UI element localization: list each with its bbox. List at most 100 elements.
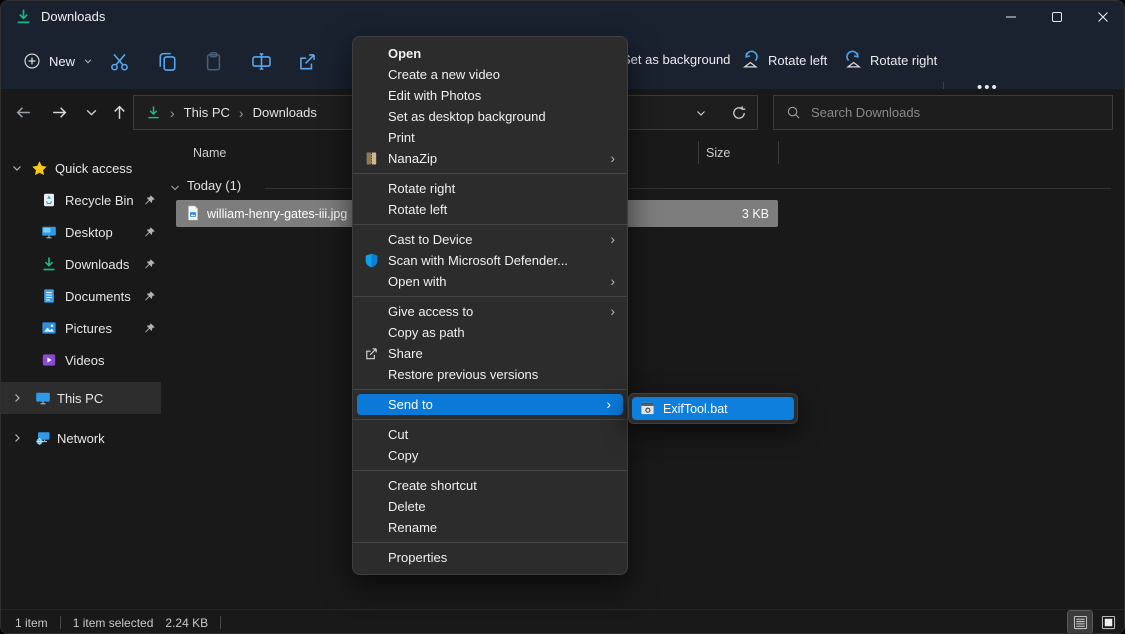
menu-separator [353,296,627,297]
menu-item-rotate-right[interactable]: Rotate right [353,178,627,199]
cut-icon [109,51,130,72]
cut-button[interactable] [101,43,137,79]
star-icon [31,160,48,177]
menu-item-cast-to-device[interactable]: Cast to Device › [353,229,627,250]
submenu-arrow-icon: › [606,394,611,415]
documents-icon [41,288,57,304]
breadcrumb-downloads[interactable]: Downloads [249,105,321,120]
share-icon [364,346,379,361]
rename-button[interactable] [243,43,279,79]
menu-item-label: Set as desktop background [388,109,546,124]
minimize-button[interactable] [988,1,1034,33]
pin-icon [143,290,156,303]
menu-item-create-shortcut[interactable]: Create shortcut [353,475,627,496]
breadcrumb-separator-icon: › [234,105,249,121]
menu-item-rename[interactable]: Rename [353,517,627,538]
search-box[interactable] [773,95,1113,130]
search-input[interactable] [811,105,1100,120]
menu-item-label: Print [388,130,415,145]
menu-item-nanazip[interactable]: NanaZip › [353,148,627,169]
column-divider[interactable] [698,141,699,164]
sidebar-item-quick-access[interactable]: Quick access [1,152,161,184]
thumbnail-view-button[interactable] [1096,611,1120,633]
menu-item-open-with[interactable]: Open with › [353,271,627,292]
menu-item-label: Edit with Photos [388,88,481,103]
menu-separator [353,470,627,471]
menu-item-label: Properties [388,550,447,565]
sidebar-item-pictures[interactable]: Pictures [1,312,161,344]
pin-icon [143,226,156,239]
menu-item-set-as-desktop-background[interactable]: Set as desktop background [353,106,627,127]
menu-item-label: Copy as path [388,325,465,340]
network-icon [35,430,51,446]
chevron-right-icon[interactable] [11,432,25,444]
column-header-size[interactable]: Size [706,146,730,160]
submenu-arrow-icon: › [610,148,615,169]
chevron-down-icon [83,56,93,66]
menu-separator [353,173,627,174]
copy-button[interactable] [149,43,185,79]
sidebar-item-label: Downloads [65,257,129,272]
chevron-right-icon[interactable] [11,392,25,404]
navigation-pane: Quick access Recycle Bin Desktop Downloa… [1,136,161,609]
sidebar-item-documents[interactable]: Documents [1,280,161,312]
menu-item-share[interactable]: Share [353,343,627,364]
details-view-button[interactable] [1068,611,1092,633]
menu-item-rotate-left[interactable]: Rotate left [353,199,627,220]
column-divider[interactable] [778,141,779,164]
chevron-down-icon[interactable] [11,162,25,174]
sidebar-item-desktop[interactable]: Desktop [1,216,161,248]
sidebar-item-recycle-bin[interactable]: Recycle Bin [1,184,161,216]
sidebar-item-this-pc[interactable]: This PC [1,382,161,414]
sidebar-item-downloads[interactable]: Downloads [1,248,161,280]
refresh-icon[interactable] [731,105,747,121]
maximize-button[interactable] [1034,1,1080,33]
column-header-name[interactable]: Name [193,146,226,160]
forward-button[interactable] [43,96,75,128]
menu-item-scan-with-defender[interactable]: Scan with Microsoft Defender... [353,250,627,271]
breadcrumb-this-pc[interactable]: This PC [180,105,234,120]
nanazip-icon [364,151,379,166]
menu-item-label: Cast to Device [388,232,473,247]
menu-item-copy-as-path[interactable]: Copy as path [353,322,627,343]
group-label: Today (1) [187,178,241,193]
menu-item-open[interactable]: Open [353,43,627,64]
menu-item-cut[interactable]: Cut [353,424,627,445]
sidebar-item-videos[interactable]: Videos [1,344,161,376]
file-size: 3 KB [742,207,769,221]
menu-item-label: NanaZip [388,151,437,166]
status-divider [220,616,221,629]
paste-button[interactable] [195,43,231,79]
menu-item-give-access-to[interactable]: Give access to › [353,301,627,322]
desktop-icon [41,224,57,240]
set-as-background-label: Set as background [622,52,730,67]
menu-item-properties[interactable]: Properties [353,547,627,568]
menu-item-print[interactable]: Print [353,127,627,148]
menu-item-delete[interactable]: Delete [353,496,627,517]
new-button-label: New [49,54,75,69]
share-button[interactable] [289,43,325,79]
menu-item-copy[interactable]: Copy [353,445,627,466]
context-menu: Open Create a new video Edit with Photos… [352,36,628,575]
chevron-down-icon[interactable] [169,182,181,194]
rotate-right-button[interactable]: Rotate right [843,50,937,70]
menu-item-create-new-video[interactable]: Create a new video [353,64,627,85]
menu-separator [353,542,627,543]
sidebar-item-label: Videos [65,353,105,368]
back-button[interactable] [7,96,39,128]
group-header-today[interactable]: Today (1) [161,174,1125,200]
up-button[interactable] [103,96,135,128]
menu-item-edit-with-photos[interactable]: Edit with Photos [353,85,627,106]
sidebar-item-network[interactable]: Network [1,422,161,454]
menu-item-label: Rename [388,520,437,535]
new-button[interactable]: New [13,44,103,78]
submenu-item-exiftool[interactable]: ExifTool.bat [632,397,794,420]
address-dropdown-icon[interactable] [695,107,707,119]
sidebar-item-label: Quick access [55,161,132,176]
menu-item-restore-previous-versions[interactable]: Restore previous versions [353,364,627,385]
close-button[interactable] [1080,1,1125,33]
rotate-left-button[interactable]: Rotate left [741,50,827,70]
menu-item-send-to[interactable]: Send to › [357,394,623,415]
item-count: 1 item [15,616,48,630]
menu-item-label: Create a new video [388,67,500,82]
